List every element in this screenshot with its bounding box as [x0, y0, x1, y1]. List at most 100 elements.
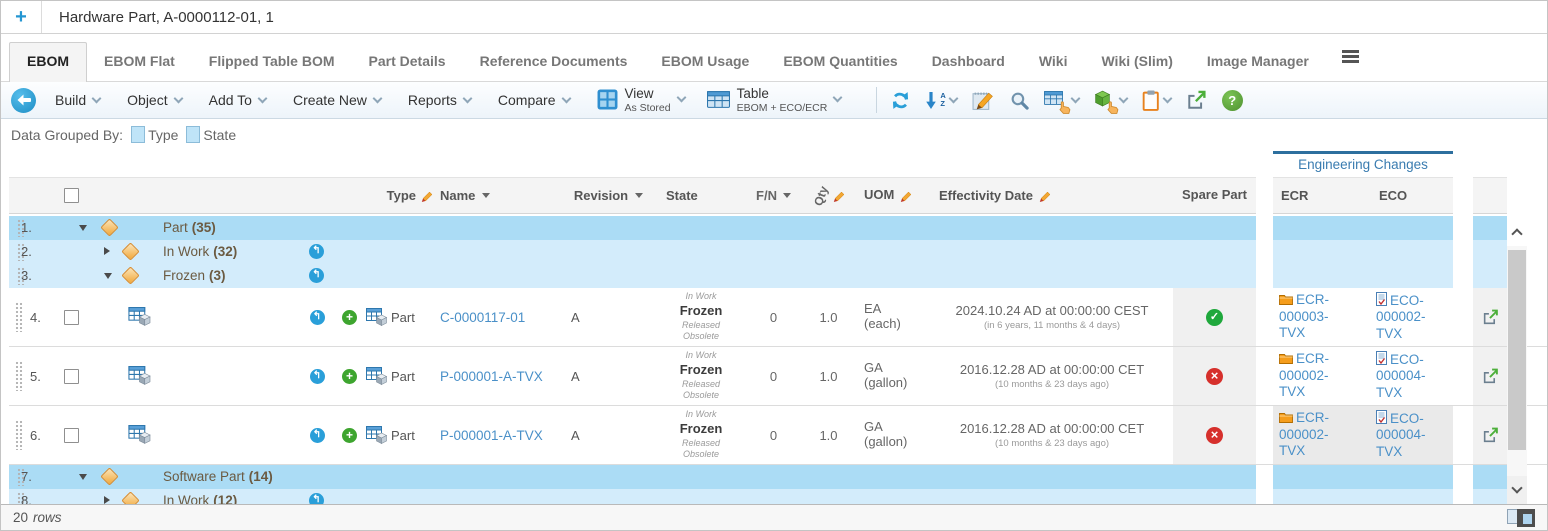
search-button[interactable] [1010, 91, 1029, 110]
tab-image-manager[interactable]: Image Manager [1190, 43, 1326, 81]
engineering-changes-band: Engineering Changes [1273, 151, 1453, 172]
row-checkbox[interactable] [64, 428, 79, 443]
help-button[interactable]: ? [1222, 90, 1243, 111]
view-selector[interactable]: ViewAs Stored [597, 86, 685, 114]
app-window: + Hardware Part, A-0000112-01, 1 EBOM EB… [0, 0, 1548, 531]
tab-reference-documents[interactable]: Reference Documents [463, 43, 645, 81]
add-icon[interactable]: + [342, 310, 357, 325]
bom-structure-icon[interactable] [128, 307, 152, 327]
edit-column-pencil-icon[interactable] [900, 189, 913, 202]
tab-part-details[interactable]: Part Details [352, 43, 463, 81]
table-row[interactable]: 6. ↰ + Part P-000001-A-TVX A In Work Fro… [9, 406, 1548, 465]
edit-column-pencil-icon[interactable] [833, 189, 846, 202]
tab-ebom-flat[interactable]: EBOM Flat [87, 43, 192, 81]
part-link[interactable]: P-000001-A-TVX [440, 369, 543, 384]
table-row[interactable]: 5. ↰ + Part P-000001-A-TVX A In Work Fro… [9, 347, 1548, 406]
part-link[interactable]: P-000001-A-TVX [440, 428, 543, 443]
add-icon[interactable]: + [342, 369, 357, 384]
column-header-ecr[interactable]: ECR [1273, 177, 1363, 214]
column-header-state[interactable]: State [656, 177, 746, 214]
refresh-button[interactable] [890, 91, 911, 110]
tab-wiki[interactable]: Wiki [1022, 43, 1085, 81]
navigate-icon[interactable]: ↰ [309, 244, 324, 259]
chevron-down-icon [676, 93, 686, 103]
group-row-software-part[interactable]: 7. Software Part(14) [9, 465, 1548, 489]
group-row-frozen[interactable]: 3. Frozen(3) ↰ [9, 264, 1548, 288]
edit-column-pencil-icon[interactable] [421, 189, 434, 202]
menu-compare[interactable]: Compare [498, 92, 570, 108]
column-header-type[interactable]: Type [366, 177, 436, 214]
eco-cell: ECO-000002-TVX [1363, 288, 1453, 346]
column-header-name[interactable]: Name [436, 177, 561, 214]
add-icon[interactable]: + [342, 428, 357, 443]
open-item-icon[interactable] [1482, 427, 1499, 444]
clipboard-button[interactable] [1142, 90, 1171, 111]
tab-wiki-slim[interactable]: Wiki (Slim) [1084, 43, 1189, 81]
column-header-spare-part[interactable]: Spare Part [1173, 177, 1256, 214]
tab-ebom[interactable]: EBOM [9, 42, 87, 82]
row-checkbox[interactable] [64, 310, 79, 325]
table-row[interactable]: 4. ↰ + Part C-0000117-01 A In Work Froze… [9, 288, 1548, 347]
collapse-icon[interactable] [79, 225, 87, 231]
column-header-uom[interactable]: UOM [856, 177, 931, 214]
navigate-icon[interactable]: ↰ [310, 310, 325, 325]
revision-value: A [561, 406, 656, 464]
group-chip-state[interactable] [186, 126, 200, 143]
group-row-part[interactable]: 1. Part(35) [9, 216, 1548, 240]
row-checkbox[interactable] [64, 369, 79, 384]
object-actions-button[interactable] [1094, 90, 1127, 110]
column-header-fn[interactable]: F/N [746, 177, 801, 214]
scroll-down-button[interactable] [1507, 476, 1527, 504]
uom-value: EA(each) [856, 288, 931, 346]
expand-icon[interactable] [104, 496, 110, 504]
menu-object[interactable]: Object [127, 92, 181, 108]
column-header-effectivity[interactable]: Effectivity Date [931, 177, 1173, 214]
tab-dashboard[interactable]: Dashboard [915, 43, 1022, 81]
scrollbar-thumb[interactable] [1508, 250, 1526, 450]
part-link[interactable]: C-0000117-01 [440, 310, 525, 325]
tab-ebom-usage[interactable]: EBOM Usage [644, 43, 766, 81]
export-button[interactable] [1186, 90, 1207, 111]
column-header-revision[interactable]: Revision [561, 177, 656, 214]
drag-handle[interactable] [15, 420, 23, 450]
navigate-icon[interactable]: ↰ [310, 428, 325, 443]
scroll-up-button[interactable] [1507, 216, 1527, 246]
open-item-icon[interactable] [1482, 309, 1499, 326]
back-button[interactable] [11, 88, 36, 113]
group-chip-type[interactable] [131, 126, 145, 143]
state-current: Frozen [680, 421, 723, 438]
more-tabs-icon[interactable] [1342, 48, 1359, 66]
row-count-unit: rows [33, 510, 62, 525]
select-all-checkbox[interactable] [64, 188, 79, 203]
drag-handle[interactable] [15, 302, 23, 332]
column-band-row: Engineering Changes [1, 150, 1547, 177]
navigate-icon[interactable]: ↰ [309, 268, 324, 283]
ecr-cell: ECR-000003-TVX [1273, 288, 1363, 346]
edit-column-pencil-icon[interactable] [1039, 189, 1052, 202]
menu-build[interactable]: Build [55, 92, 100, 108]
bom-structure-icon[interactable] [128, 425, 152, 445]
group-row-in-work[interactable]: 2. In Work(32) ↰ [9, 240, 1548, 264]
new-tab-icon[interactable]: + [1, 1, 42, 33]
dock-panel-icon[interactable] [1517, 509, 1535, 527]
navigate-icon[interactable]: ↰ [310, 369, 325, 384]
menu-add-to[interactable]: Add To [209, 92, 266, 108]
bom-structure-icon[interactable] [128, 366, 152, 386]
drag-handle[interactable] [15, 361, 23, 391]
open-item-icon[interactable] [1482, 368, 1499, 385]
column-header-eco[interactable]: ECO [1363, 177, 1453, 214]
tab-ebom-quantities[interactable]: EBOM Quantities [766, 43, 914, 81]
table-actions-button[interactable] [1044, 90, 1079, 110]
table-selector[interactable]: TableEBOM + ECO/ECR [707, 86, 842, 114]
sort-button[interactable]: AZ [926, 92, 956, 109]
vertical-scrollbar[interactable] [1507, 216, 1527, 506]
tab-flipped-table-bom[interactable]: Flipped Table BOM [192, 43, 352, 81]
edit-button[interactable] [972, 90, 995, 111]
collapse-icon[interactable] [104, 273, 112, 279]
menu-reports[interactable]: Reports [408, 92, 471, 108]
expand-icon[interactable] [104, 247, 110, 255]
state-current: Frozen [680, 303, 723, 320]
menu-create-new[interactable]: Create New [293, 92, 381, 108]
column-header-qty[interactable]: Qty [801, 177, 856, 214]
collapse-icon[interactable] [79, 474, 87, 480]
